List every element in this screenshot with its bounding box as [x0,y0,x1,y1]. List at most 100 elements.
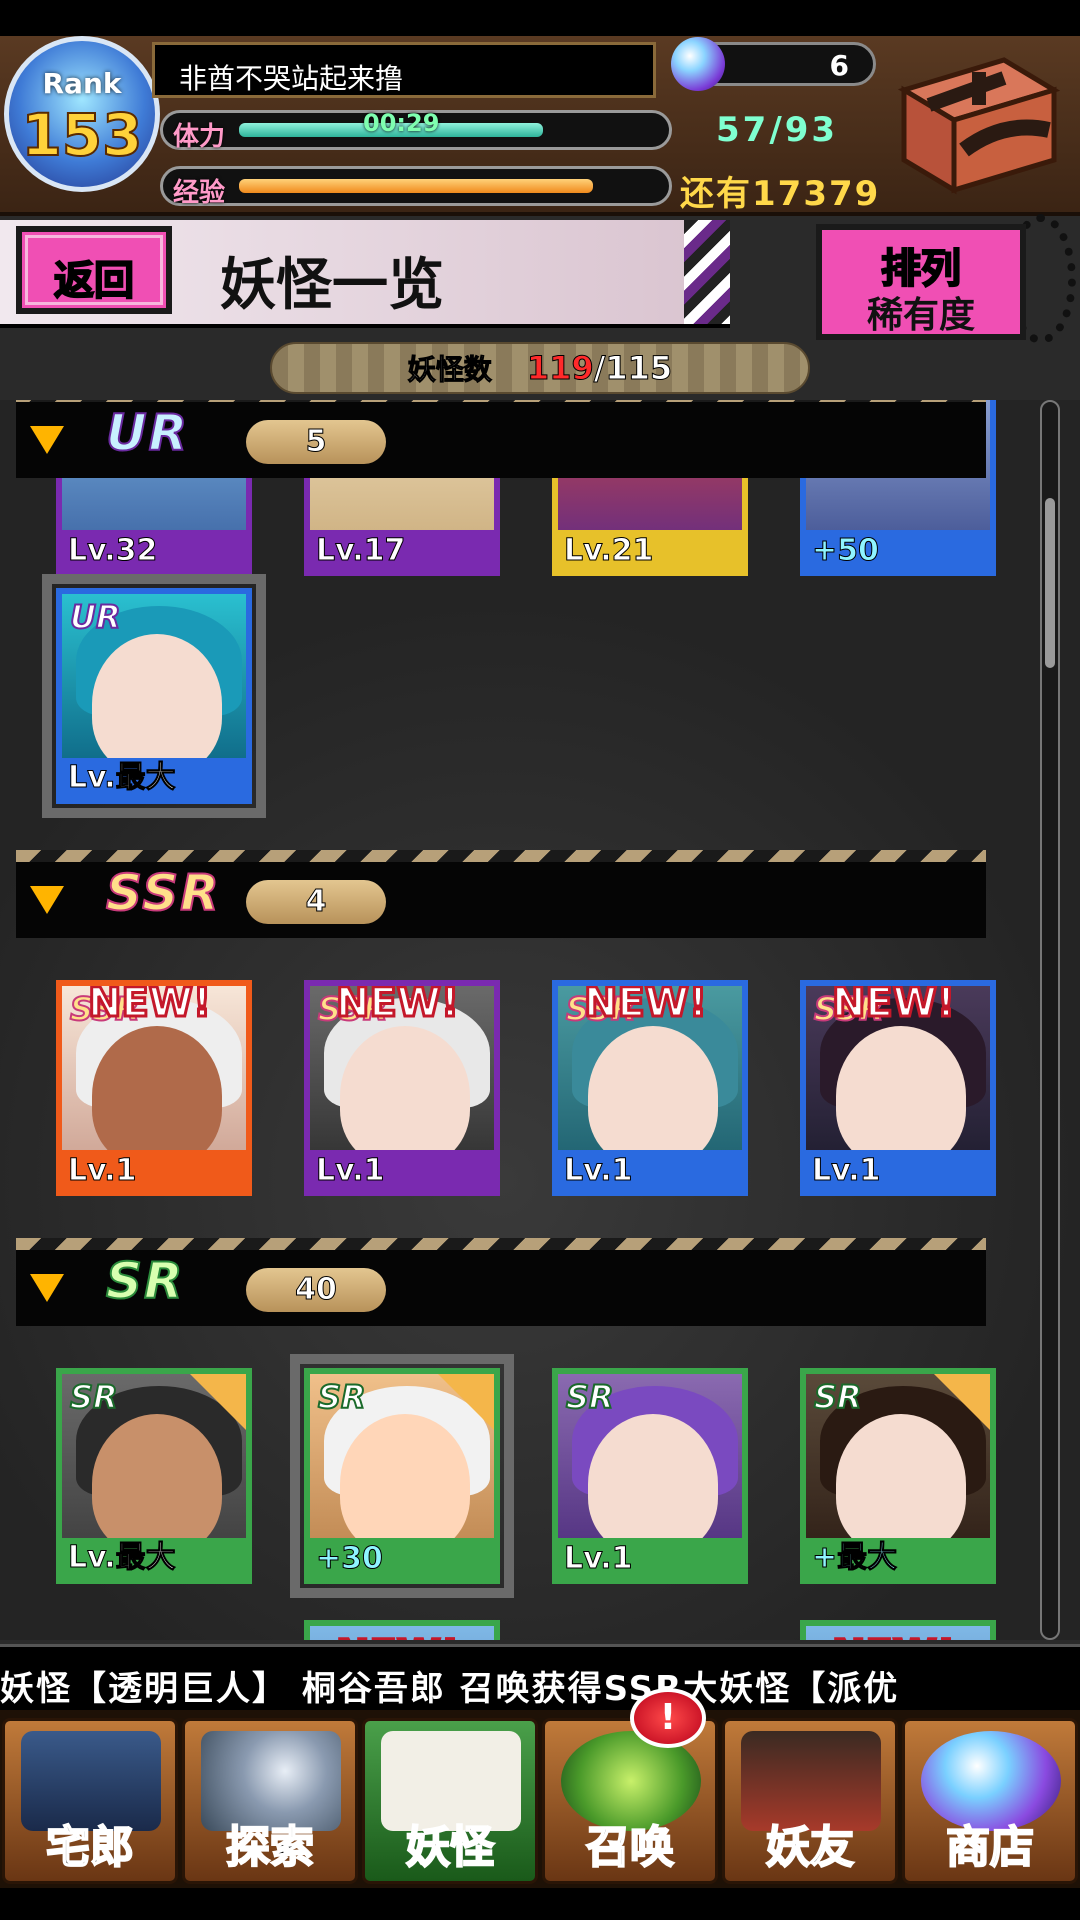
section-header-ur[interactable]: UR 5 [16,400,986,478]
nav-home-button[interactable]: 宅郎 [2,1718,178,1884]
scrollbar[interactable] [1040,400,1060,1640]
rarity-label: UR [105,403,190,463]
news-ticker: 妖怪【透明巨人】 桐谷吾郎 召唤获得SSR大妖怪【派优 [0,1644,1080,1713]
nav-label: 商店 [945,1821,1035,1874]
nav-summon-button[interactable]: 召唤 [542,1718,718,1884]
card-level: +最大 [811,1540,898,1576]
card-level: Lv.1 [812,1153,881,1189]
nav-label: 妖怪 [405,1821,495,1874]
monster-card[interactable]: SSR NEW! Lv.1 [304,980,500,1196]
player-name-box: 非酋不哭站起来撸 [152,42,656,98]
section-count: 4 [246,880,386,924]
rarity-badge: UR [69,597,122,637]
star-icon [438,1374,494,1430]
sort-button[interactable]: 排列 稀有度 [816,224,1026,340]
character-face [588,1026,718,1166]
back-label: 返回 [53,257,135,305]
star-icon [934,1374,990,1430]
card-level: Lv.1 [564,1153,633,1189]
new-tag: NEW! [334,1631,460,1641]
card-level: Lv.1 [564,1541,633,1577]
stamina-timer: 00:29 [363,109,440,137]
navigation-bar [0,1888,1080,1920]
card-level: +30 [316,1541,384,1577]
nav-friends-button[interactable]: 妖友 [722,1718,898,1884]
exp-label: 经验 [173,178,226,208]
monster-count-current: 119 [526,349,594,388]
nav-label: 探索 [225,1821,315,1874]
nav-label: 宅郎 [45,1821,135,1874]
rank-badge: Rank 153 [4,36,160,192]
exp-bar: 经验 [160,166,672,208]
stamina-bar: 体力 00:29 [160,109,672,152]
monster-card[interactable]: SSR NEW! Lv.1 [800,980,996,1196]
treasure-chest-icon[interactable] [884,50,1064,200]
sort-mode: 稀有度 [866,295,975,336]
nav-explore-button[interactable]: 探索 [182,1718,358,1884]
exp-remaining: 还有17379 [680,174,881,214]
crystal-gem-icon [671,37,725,91]
ticker-text: 妖怪【透明巨人】 桐谷吾郎 召唤获得SSR大妖怪【派优 [0,1669,900,1709]
section-header-sr[interactable]: SR 40 [16,1238,986,1326]
monster-card[interactable]: SR +最大 [800,1368,996,1584]
gem-counter[interactable]: 6 [671,37,876,91]
rarity-badge: SR [813,1377,863,1417]
new-tag: NEW! [830,1631,956,1641]
character-face [340,1026,470,1166]
new-tag: NEW! [334,980,460,1028]
monster-card[interactable]: NEW! [800,1620,996,1640]
monster-card[interactable]: SR +30 [290,1354,514,1598]
bottom-nav: 宅郎 探索 妖怪 召唤 妖友 商店 [0,1710,1080,1888]
rarity-badge: SR [69,1377,119,1417]
player-name: 非酋不哭站起来撸 [179,62,404,95]
nav-label: 召唤 [585,1821,675,1874]
monster-card[interactable]: NEW! [304,1620,500,1640]
section-stripe [16,1238,986,1250]
gem-count: 6 [829,49,849,82]
nav-monsters-button[interactable]: 妖怪 [362,1718,538,1884]
rarity-badge: SR [565,1377,615,1417]
rank-value: 153 [20,100,143,170]
collapse-arrow-icon[interactable] [30,426,64,454]
stamina-value: 57/93 [716,110,839,150]
character-face [836,1026,966,1166]
status-bar [0,0,1080,36]
stamina-label: 体力 [173,122,226,152]
star-icon [190,1374,246,1430]
scroll-thumb[interactable] [1045,498,1055,668]
section-count: 5 [246,420,386,464]
rarity-badge: SR [317,1377,367,1417]
monster-card[interactable]: UR Lv.最大 [42,574,266,818]
rank-label: Rank [42,67,122,100]
new-tag: NEW! [582,980,708,1028]
exp-fill [239,179,594,193]
monster-count-total: /115 [593,349,673,388]
monster-card[interactable]: SR Lv.最大 [56,1368,252,1584]
card-level: Lv.32 [67,533,158,569]
collapse-arrow-icon[interactable] [30,1274,64,1302]
monster-card[interactable]: SR Lv.1 [552,1368,748,1584]
card-level: +50 [812,533,880,569]
card-level: Lv.1 [316,1153,385,1189]
section-stripe [16,850,986,862]
card-level: Lv.最大 [68,1540,177,1576]
new-tag: NEW! [830,980,956,1028]
nav-label: 妖友 [765,1821,855,1874]
character-face [588,1414,718,1554]
monster-list[interactable]: Lv.32 Lv.17 Lv.21 +50 UR 5 UR Lv.最大 SSR … [0,400,1080,1640]
title-decoration [684,220,730,324]
collapse-arrow-icon[interactable] [30,886,64,914]
summon-alert-badge: ! [630,1688,706,1748]
card-level: Lv.1 [68,1153,137,1189]
card-level: Lv.17 [315,533,406,569]
monster-card[interactable]: SSR NEW! Lv.1 [552,980,748,1196]
page-title: 妖怪一览 [220,252,444,318]
section-header-ssr[interactable]: SSR 4 [16,850,986,938]
monster-count-label: 妖怪数 [407,353,492,387]
new-tag: NEW! [86,980,212,1028]
back-button[interactable]: 返回 [16,226,172,314]
character-face [340,1414,470,1554]
nav-shop-button[interactable]: 商店 [902,1718,1078,1884]
card-level: Lv.21 [563,533,654,569]
monster-card[interactable]: SSR NEW! Lv.1 [56,980,252,1196]
